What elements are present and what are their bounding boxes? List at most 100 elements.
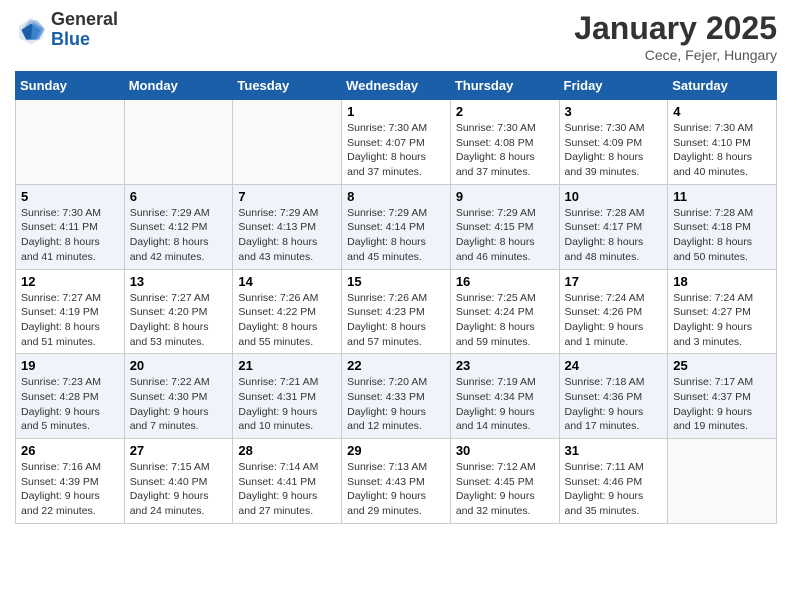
calendar-cell: 17Sunrise: 7:24 AMSunset: 4:26 PMDayligh…: [559, 269, 668, 354]
day-number: 7: [238, 189, 336, 204]
day-info: Sunrise: 7:12 AMSunset: 4:45 PMDaylight:…: [456, 460, 554, 519]
day-number: 12: [21, 274, 119, 289]
calendar-cell: 4Sunrise: 7:30 AMSunset: 4:10 PMDaylight…: [668, 100, 777, 185]
calendar-cell: 9Sunrise: 7:29 AMSunset: 4:15 PMDaylight…: [450, 184, 559, 269]
weekday-header-tuesday: Tuesday: [233, 72, 342, 100]
logo: General Blue: [15, 10, 118, 50]
calendar-cell: 29Sunrise: 7:13 AMSunset: 4:43 PMDayligh…: [342, 439, 451, 524]
day-info: Sunrise: 7:27 AMSunset: 4:20 PMDaylight:…: [130, 291, 228, 350]
calendar-cell: 3Sunrise: 7:30 AMSunset: 4:09 PMDaylight…: [559, 100, 668, 185]
logo-blue-label: Blue: [51, 30, 118, 50]
day-info: Sunrise: 7:25 AMSunset: 4:24 PMDaylight:…: [456, 291, 554, 350]
calendar-cell: 23 Sunrise: 7:19 AMSunset: 4:34 PMDayligh…: [450, 354, 559, 439]
day-info: Sunrise: 7:23 AMSunset: 4:28 PMDaylight:…: [21, 375, 119, 434]
day-info: Sunrise: 7:11 AMSunset: 4:46 PMDaylight:…: [565, 460, 663, 519]
calendar-cell: 12 Sunrise: 7:27 AMSunset: 4:19 PMDayligh…: [16, 269, 125, 354]
calendar-cell: 10Sunrise: 7:28 AMSunset: 4:17 PMDayligh…: [559, 184, 668, 269]
day-number: 22: [347, 358, 445, 373]
calendar-cell: 11 Sunrise: 7:28 AMSunset: 4:18 PMDayligh…: [668, 184, 777, 269]
calendar-cell: 24 Sunrise: 7:18 AMSunset: 4:36 PMDayligh…: [559, 354, 668, 439]
day-info: Sunrise: 7:27 AMSunset: 4:19 PMDaylight:…: [21, 291, 119, 350]
day-number: 2: [456, 104, 554, 119]
day-info: Sunrise: 7:14 AMSunset: 4:41 PMDaylight:…: [238, 460, 336, 519]
weekday-header-row: SundayMondayTuesdayWednesdayThursdayFrid…: [16, 72, 777, 100]
calendar-cell: 27 Sunrise: 7:15 AMSunset: 4:40 PMDayligh…: [124, 439, 233, 524]
calendar-cell: [124, 100, 233, 185]
day-number: 8: [347, 189, 445, 204]
day-number: 10: [565, 189, 663, 204]
day-number: 30: [456, 443, 554, 458]
calendar-cell: 31 Sunrise: 7:11 AMSunset: 4:46 PMDayligh…: [559, 439, 668, 524]
calendar-cell: 30 Sunrise: 7:12 AMSunset: 4:45 PMDayligh…: [450, 439, 559, 524]
day-info: Sunrise: 7:15 AMSunset: 4:40 PMDaylight:…: [130, 460, 228, 519]
day-info: Sunrise: 7:20 AMSunset: 4:33 PMDaylight:…: [347, 375, 445, 434]
calendar-cell: [16, 100, 125, 185]
weekday-header-monday: Monday: [124, 72, 233, 100]
day-number: 6: [130, 189, 228, 204]
logo-general-label: General: [51, 10, 118, 30]
day-number: 29: [347, 443, 445, 458]
day-number: 9: [456, 189, 554, 204]
weekday-header-sunday: Sunday: [16, 72, 125, 100]
day-number: 16: [456, 274, 554, 289]
month-title: January 2025: [574, 10, 777, 47]
calendar-cell: 5 Sunrise: 7:30 AMSunset: 4:11 PMDaylight…: [16, 184, 125, 269]
calendar-cell: 26 Sunrise: 7:16 AMSunset: 4:39 PMDayligh…: [16, 439, 125, 524]
calendar-cell: 19 Sunrise: 7:23 AMSunset: 4:28 PMDayligh…: [16, 354, 125, 439]
day-number: 19: [21, 358, 119, 373]
day-number: 27: [130, 443, 228, 458]
day-info: Sunrise: 7:19 AMSunset: 4:34 PMDaylight:…: [456, 375, 554, 434]
title-block: January 2025 Cece, Fejer, Hungary: [574, 10, 777, 63]
page: General Blue January 2025 Cece, Fejer, H…: [0, 0, 792, 539]
day-number: 13: [130, 274, 228, 289]
calendar-cell: 16 Sunrise: 7:25 AMSunset: 4:24 PMDayligh…: [450, 269, 559, 354]
weekday-header-thursday: Thursday: [450, 72, 559, 100]
calendar-week-row: 19 Sunrise: 7:23 AMSunset: 4:28 PMDayligh…: [16, 354, 777, 439]
calendar-cell: 6 Sunrise: 7:29 AMSunset: 4:12 PMDaylight…: [124, 184, 233, 269]
day-info: Sunrise: 7:18 AMSunset: 4:36 PMDaylight:…: [565, 375, 663, 434]
day-number: 4: [673, 104, 771, 119]
day-number: 21: [238, 358, 336, 373]
day-info: Sunrise: 7:30 AMSunset: 4:08 PMDaylight:…: [456, 121, 554, 180]
day-number: 3: [565, 104, 663, 119]
weekday-header-saturday: Saturday: [668, 72, 777, 100]
day-info: Sunrise: 7:24 AMSunset: 4:27 PMDaylight:…: [673, 291, 771, 350]
calendar-cell: [233, 100, 342, 185]
day-number: 20: [130, 358, 228, 373]
day-number: 18: [673, 274, 771, 289]
day-number: 23: [456, 358, 554, 373]
calendar-cell: 15Sunrise: 7:26 AMSunset: 4:23 PMDayligh…: [342, 269, 451, 354]
logo-icon: [15, 14, 47, 46]
location: Cece, Fejer, Hungary: [574, 47, 777, 63]
day-number: 28: [238, 443, 336, 458]
day-info: Sunrise: 7:29 AMSunset: 4:12 PMDaylight:…: [130, 206, 228, 265]
calendar-week-row: 12 Sunrise: 7:27 AMSunset: 4:19 PMDayligh…: [16, 269, 777, 354]
calendar-week-row: 1Sunrise: 7:30 AMSunset: 4:07 PMDaylight…: [16, 100, 777, 185]
header: General Blue January 2025 Cece, Fejer, H…: [15, 10, 777, 63]
day-info: Sunrise: 7:17 AMSunset: 4:37 PMDaylight:…: [673, 375, 771, 434]
day-info: Sunrise: 7:26 AMSunset: 4:22 PMDaylight:…: [238, 291, 336, 350]
weekday-header-friday: Friday: [559, 72, 668, 100]
day-number: 17: [565, 274, 663, 289]
calendar-cell: 20Sunrise: 7:22 AMSunset: 4:30 PMDayligh…: [124, 354, 233, 439]
day-info: Sunrise: 7:30 AMSunset: 4:11 PMDaylight:…: [21, 206, 119, 265]
day-info: Sunrise: 7:29 AMSunset: 4:13 PMDaylight:…: [238, 206, 336, 265]
day-info: Sunrise: 7:28 AMSunset: 4:18 PMDaylight:…: [673, 206, 771, 265]
day-info: Sunrise: 7:16 AMSunset: 4:39 PMDaylight:…: [21, 460, 119, 519]
day-number: 26: [21, 443, 119, 458]
day-info: Sunrise: 7:21 AMSunset: 4:31 PMDaylight:…: [238, 375, 336, 434]
logo-text: General Blue: [51, 10, 118, 50]
day-info: Sunrise: 7:29 AMSunset: 4:14 PMDaylight:…: [347, 206, 445, 265]
day-number: 5: [21, 189, 119, 204]
weekday-header-wednesday: Wednesday: [342, 72, 451, 100]
calendar-cell: 14Sunrise: 7:26 AMSunset: 4:22 PMDayligh…: [233, 269, 342, 354]
calendar-cell: 18 Sunrise: 7:24 AMSunset: 4:27 PMDayligh…: [668, 269, 777, 354]
calendar-cell: 7 Sunrise: 7:29 AMSunset: 4:13 PMDaylight…: [233, 184, 342, 269]
calendar-cell: 8 Sunrise: 7:29 AMSunset: 4:14 PMDaylight…: [342, 184, 451, 269]
day-number: 24: [565, 358, 663, 373]
day-number: 1: [347, 104, 445, 119]
day-number: 15: [347, 274, 445, 289]
day-number: 31: [565, 443, 663, 458]
calendar-cell: [668, 439, 777, 524]
day-number: 11: [673, 189, 771, 204]
